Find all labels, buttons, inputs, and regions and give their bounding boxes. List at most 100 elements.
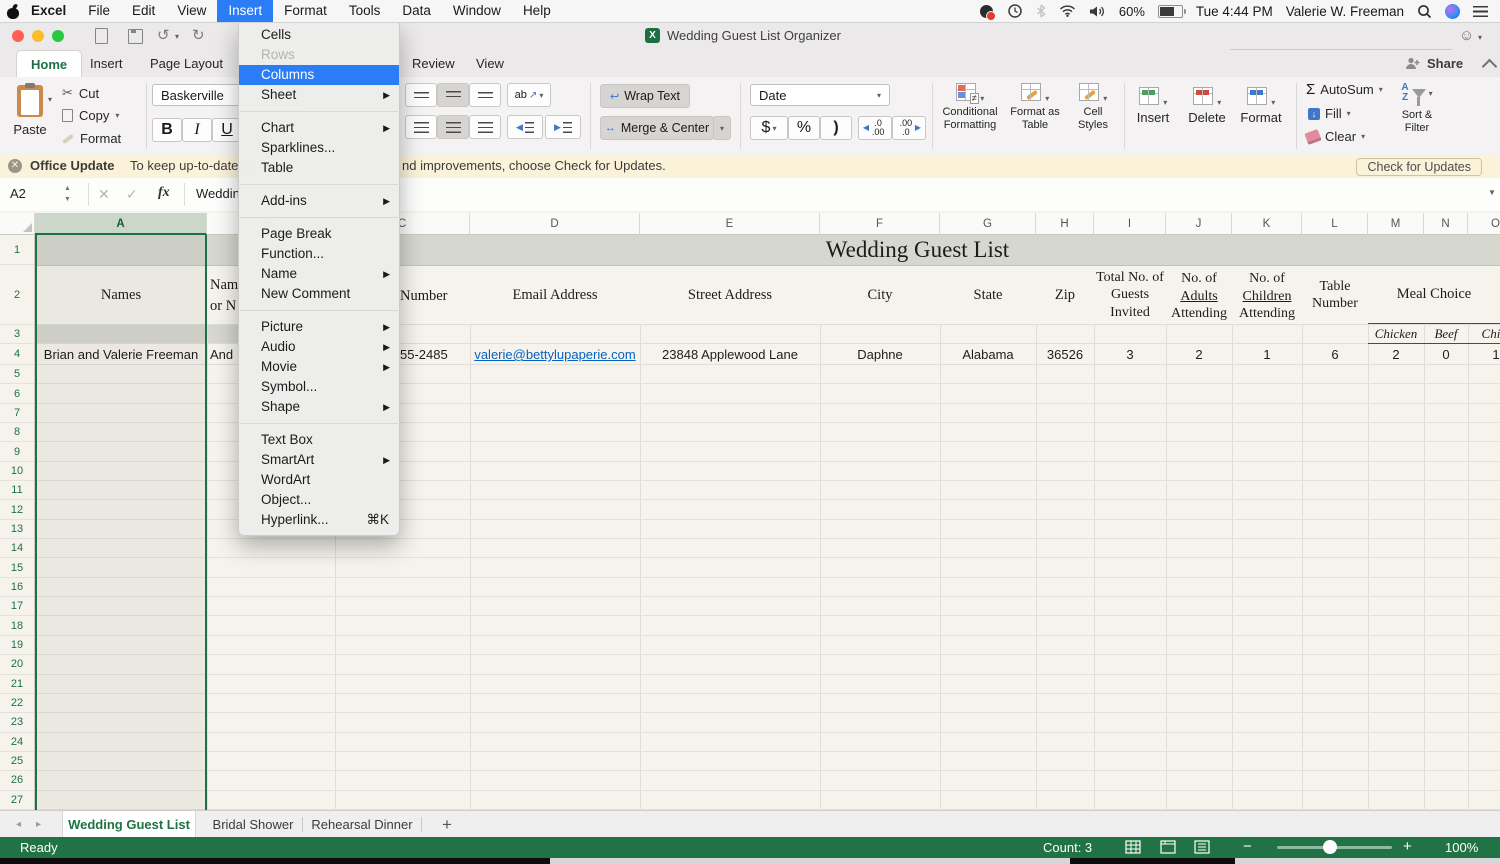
cell-l2-table-header[interactable]: Table Number (1302, 265, 1368, 325)
align-middle-button[interactable] (437, 83, 469, 107)
wifi-icon[interactable] (1059, 5, 1076, 17)
cell-m4-chicken[interactable]: 2 (1368, 344, 1424, 365)
menu-item-table[interactable]: Table (239, 158, 399, 178)
cell-c2-header-fragment[interactable]: Number (400, 288, 448, 305)
column-header-I[interactable]: I (1094, 213, 1166, 235)
grid-row-20[interactable] (35, 655, 1500, 674)
normal-view-icon[interactable] (1125, 840, 1141, 854)
menu-file[interactable]: File (77, 0, 121, 22)
menubar-clock[interactable]: Tue 4:44 PM (1196, 4, 1273, 19)
cell-l4-table[interactable]: 6 (1302, 344, 1368, 365)
menu-item-page-break[interactable]: Page Break (239, 224, 399, 244)
number-format-combo[interactable]: Date ▾ (750, 84, 890, 106)
menu-help[interactable]: Help (512, 0, 562, 22)
paste-caret[interactable]: ▾ (48, 95, 52, 104)
time-machine-icon[interactable] (1007, 3, 1023, 19)
menu-item-add-ins[interactable]: Add-ins▶ (239, 191, 399, 211)
orientation-button[interactable]: ab↗▾ (507, 83, 551, 107)
menu-tools[interactable]: Tools (338, 0, 392, 22)
menu-item-shape[interactable]: Shape▶ (239, 397, 399, 417)
grid-row-26[interactable] (35, 771, 1500, 790)
cell-j2-adults-header[interactable]: No. of Adults Attending (1166, 265, 1232, 325)
cell-k2-children-header[interactable]: No. of Children Attending (1232, 265, 1302, 325)
cell-h4-zip[interactable]: 36526 (1036, 344, 1094, 365)
screen-record-icon[interactable] (979, 4, 994, 19)
currency-button[interactable]: $▾ (750, 116, 788, 140)
cell-h2-zip-header[interactable]: Zip (1036, 265, 1094, 325)
select-all-corner[interactable] (0, 213, 35, 235)
format-painter-button[interactable]: Format (62, 131, 121, 146)
cell-e4-street[interactable]: 23848 Applewood Lane (640, 344, 820, 365)
sheet-nav-left-icon[interactable]: ◂ (16, 811, 21, 838)
comma-style-button[interactable]: ) (820, 116, 852, 140)
menu-item-sheet[interactable]: Sheet▶ (239, 85, 399, 105)
name-box[interactable]: A2 (10, 186, 26, 201)
cell-b2-header-fragment[interactable]: Nam or N (210, 275, 238, 317)
tab-insert[interactable]: Insert (76, 50, 137, 77)
sort-filter-button[interactable]: AZ ▾ Sort & Filter (1388, 83, 1446, 134)
align-bottom-button[interactable] (469, 83, 501, 107)
tab-page-layout[interactable]: Page Layout (136, 50, 237, 77)
align-right-button[interactable] (469, 115, 501, 139)
undo-icon[interactable]: ↺ (157, 26, 170, 44)
column-header-F[interactable]: F (820, 213, 940, 235)
menu-excel[interactable]: Excel (20, 0, 77, 22)
zoom-out-button[interactable]: − (1243, 838, 1252, 855)
column-header-G[interactable]: G (940, 213, 1036, 235)
column-header-E[interactable]: E (640, 213, 820, 235)
tab-review[interactable]: Review (398, 50, 469, 77)
menubar-user[interactable]: Valerie W. Freeman (1286, 4, 1404, 19)
cell-g4-state[interactable]: Alabama (940, 344, 1036, 365)
spotlight-icon[interactable] (1417, 4, 1432, 19)
wrap-text-button[interactable]: ↩ Wrap Text (600, 84, 690, 108)
menu-item-text-box[interactable]: Text Box (239, 430, 399, 450)
cell-n3-beef[interactable]: Beef (1424, 325, 1468, 343)
grid-row-23[interactable] (35, 713, 1500, 732)
row-header-2[interactable]: 2 (0, 265, 34, 325)
banner-close-icon[interactable]: ✕ (8, 159, 22, 173)
page-break-view-icon[interactable] (1194, 840, 1210, 854)
save-icon[interactable] (128, 29, 143, 44)
cell-m2-meal-choice-header[interactable]: Meal Choice (1368, 265, 1500, 324)
conditional-formatting-button[interactable]: ≠ ▾ Conditional Formatting (938, 83, 1002, 131)
column-header-L[interactable]: L (1302, 213, 1368, 235)
minimize-window-button[interactable] (32, 30, 44, 42)
menu-item-columns[interactable]: Columns (239, 65, 399, 85)
menu-item-object[interactable]: Object... (239, 490, 399, 510)
cell-c4-phone-fragment[interactable]: 55-2485 (400, 344, 448, 365)
menu-item-audio[interactable]: Audio▶ (239, 337, 399, 357)
feedback-caret[interactable]: ▾ (1478, 33, 1482, 42)
sheet-tab-rehearsal-dinner[interactable]: Rehearsal Dinner (303, 811, 421, 838)
menu-data[interactable]: Data (391, 0, 442, 22)
menu-view[interactable]: View (166, 0, 217, 22)
collapse-ribbon-chevron[interactable] (1482, 59, 1498, 75)
grid-row-22[interactable] (35, 694, 1500, 713)
cell-n4-beef[interactable]: 0 (1424, 344, 1468, 365)
column-header-H[interactable]: H (1036, 213, 1094, 235)
menu-item-smartart[interactable]: SmartArt▶ (239, 450, 399, 470)
insert-function-icon[interactable]: fx (158, 185, 170, 201)
cell-d4-email-link[interactable]: valerie@bettylupaperie.com (470, 344, 640, 365)
grid-row-24[interactable] (35, 733, 1500, 752)
grid-row-17[interactable] (35, 597, 1500, 616)
insert-cells-button[interactable]: ▾ Insert (1130, 87, 1176, 125)
tab-view[interactable]: View (462, 50, 518, 77)
delete-cells-button[interactable]: ▾ Delete (1184, 87, 1230, 125)
column-header-O[interactable]: O (1468, 213, 1500, 235)
siri-icon[interactable] (1445, 4, 1460, 19)
formula-content[interactable]: Weddin (196, 186, 240, 201)
column-header-N[interactable]: N (1424, 213, 1468, 235)
feedback-smiley-icon[interactable]: ☺ (1459, 27, 1474, 44)
row-header-1[interactable]: 1 (0, 235, 34, 265)
undo-dropdown-caret[interactable]: ▾ (175, 32, 179, 41)
cell-a4-names[interactable]: Brian and Valerie Freeman (35, 344, 207, 365)
menu-item-chart[interactable]: Chart▶ (239, 118, 399, 138)
menu-item-hyperlink[interactable]: Hyperlink...⌘K (239, 510, 399, 530)
cell-f2-city-header[interactable]: City (820, 265, 940, 325)
grid-row-27[interactable] (35, 791, 1500, 810)
grid-row-21[interactable] (35, 675, 1500, 694)
grid-row-15[interactable] (35, 558, 1500, 577)
zoom-window-button[interactable] (52, 30, 64, 42)
apple-menu-icon[interactable] (6, 4, 20, 19)
column-header-M[interactable]: M (1368, 213, 1424, 235)
